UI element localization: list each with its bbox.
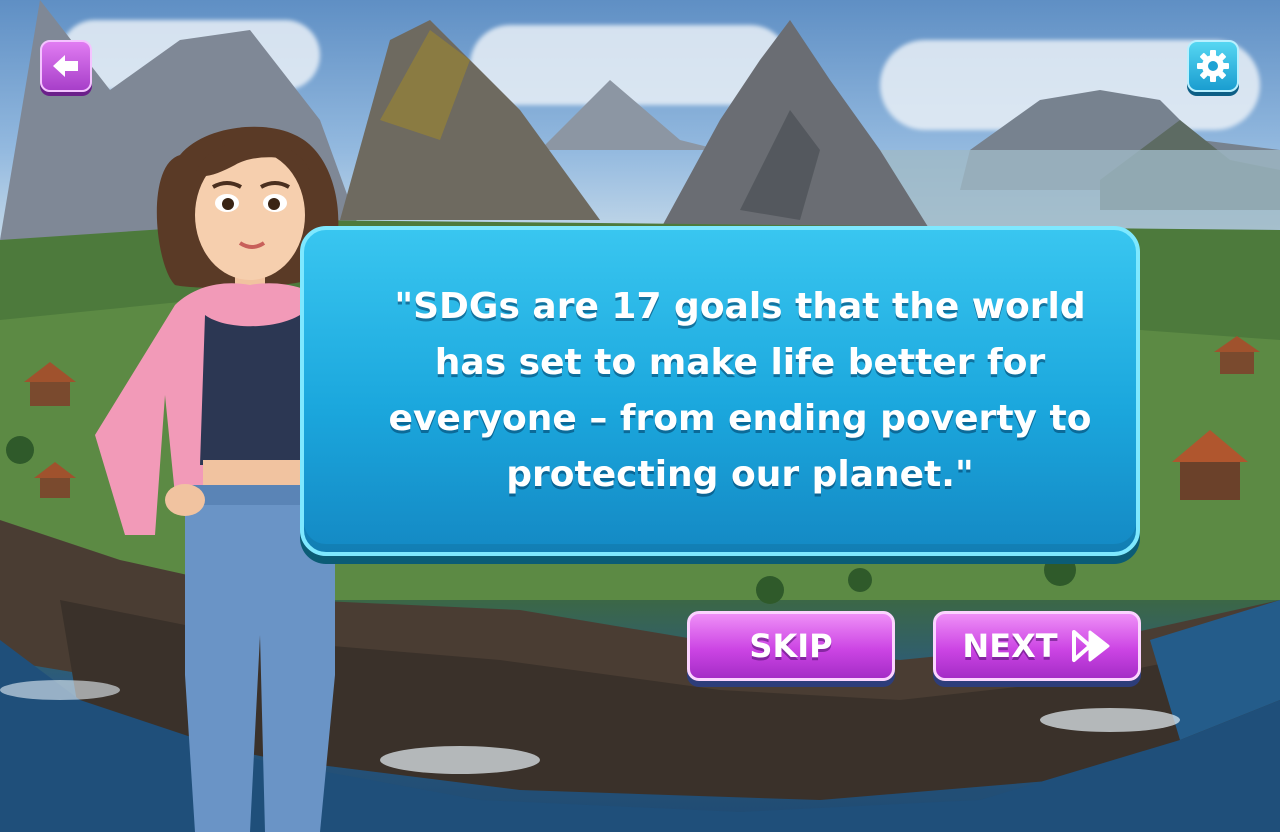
- dialogue-box: "SDGs are 17 goals that the world has se…: [300, 226, 1140, 556]
- next-button[interactable]: NEXT: [933, 611, 1141, 681]
- skip-button[interactable]: SKIP: [687, 611, 895, 681]
- skip-label: SKIP: [749, 627, 833, 665]
- next-label: NEXT: [962, 627, 1058, 665]
- dialogue-text: "SDGs are 17 goals that the world has se…: [388, 286, 1092, 495]
- arrow-left-icon: [53, 55, 78, 77]
- settings-button[interactable]: [1187, 40, 1239, 92]
- fast-forward-icon: [1071, 630, 1110, 662]
- gear-icon: [1197, 50, 1229, 82]
- back-button[interactable]: [40, 40, 92, 92]
